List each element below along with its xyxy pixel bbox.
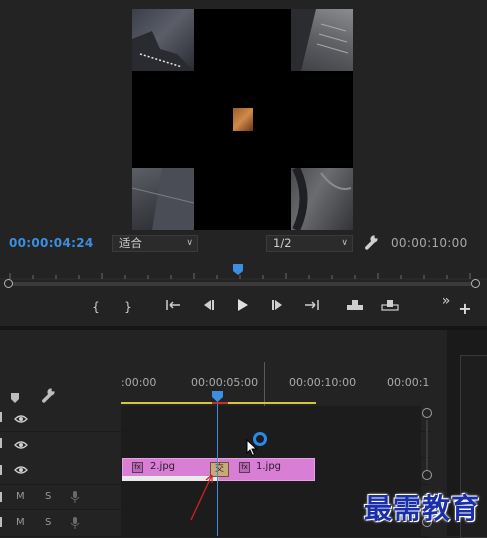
mouse-pointer-icon — [246, 439, 258, 457]
more-controls-button[interactable]: » — [436, 292, 456, 310]
track-header: M S — [0, 510, 121, 536]
track-select-edge — [0, 412, 2, 422]
step-forward-icon — [272, 300, 282, 310]
insert-button[interactable] — [345, 298, 365, 316]
track-header — [0, 457, 121, 484]
clip-1jpg[interactable]: fx 1.jpg — [218, 458, 315, 481]
program-monitor: 00:00:04:24 适合 ∨ 1/2 ∨ 00:00:10:00 {} »… — [0, 0, 487, 326]
microphone-icon[interactable] — [70, 516, 80, 530]
fx-badge[interactable]: fx — [239, 462, 250, 473]
play-icon — [238, 299, 248, 311]
scrollbar-track[interactable] — [426, 420, 428, 470]
track-select-edge — [0, 492, 2, 502]
step-back-icon — [204, 300, 214, 310]
track-header — [0, 406, 121, 431]
fx-badge[interactable]: fx — [132, 462, 143, 473]
video-preview[interactable] — [132, 9, 353, 230]
scrollbar-handle-bottom[interactable] — [422, 470, 432, 480]
fit-dropdown[interactable]: 适合 ∨ — [112, 235, 198, 252]
zoom-scrollbar[interactable] — [8, 282, 479, 286]
in-point-marker — [212, 402, 228, 404]
track-content[interactable] — [121, 432, 421, 457]
mark-out-icon: } — [124, 300, 132, 314]
track-row-v2 — [0, 432, 430, 458]
fit-dropdown-value: 适合 — [119, 236, 142, 250]
zoom-handle-left[interactable] — [4, 279, 13, 288]
eye-icon[interactable] — [14, 414, 28, 424]
scrollbar-handle-top[interactable] — [422, 408, 432, 418]
ruler-label: :00:00 — [121, 376, 157, 389]
watermark: 最需教育 — [364, 492, 481, 525]
video-tile-bottom-left — [132, 168, 194, 230]
duration-timecode: 00:00:10:00 — [391, 236, 468, 250]
overwrite-button[interactable] — [380, 298, 400, 316]
plus-icon: + — [458, 299, 472, 318]
playhead-marker-icon — [233, 264, 243, 275]
eye-icon[interactable] — [14, 440, 28, 450]
ruler-label: 00:00:05:00 — [191, 376, 259, 389]
timeline-settings-wrench-icon[interactable] — [40, 387, 56, 407]
track-content[interactable] — [121, 406, 421, 431]
video-tile-center — [233, 108, 253, 131]
step-back-button[interactable] — [198, 298, 218, 316]
annotation-arrow-icon — [190, 474, 213, 521]
track-select-edge — [0, 517, 2, 527]
track-header — [0, 432, 121, 457]
settings-wrench-icon[interactable] — [363, 234, 379, 250]
clip-label: 1.jpg — [256, 461, 282, 472]
mark-out-button[interactable]: } — [118, 298, 138, 316]
go-to-in-button[interactable] — [163, 298, 183, 316]
track-row-v3 — [0, 406, 430, 432]
solo-button[interactable]: S — [45, 491, 51, 502]
mark-in-button[interactable]: { — [86, 298, 106, 316]
timeline-ruler[interactable]: :00:00 00:00:05:00 00:00:10:00 00:00:1 — [121, 372, 429, 406]
go-to-in-icon — [166, 300, 180, 310]
solo-button[interactable]: S — [45, 517, 51, 528]
clip-label: 2.jpg — [150, 461, 176, 472]
overwrite-icon — [381, 300, 399, 311]
go-to-out-button[interactable] — [302, 298, 322, 316]
eye-icon[interactable] — [14, 465, 28, 475]
microphone-icon[interactable] — [70, 490, 80, 504]
time-ruler-scrubber[interactable] — [0, 260, 487, 280]
step-forward-button[interactable] — [268, 298, 288, 316]
resolution-dropdown[interactable]: 1/2 ∨ — [266, 235, 353, 252]
video-tile-top-right — [291, 9, 353, 71]
mute-button[interactable]: M — [16, 491, 25, 502]
hover-time-indicator — [264, 362, 265, 406]
chevron-down-icon: ∨ — [186, 238, 193, 248]
more-icon: » — [441, 293, 451, 309]
go-to-out-icon — [305, 300, 319, 310]
insert-icon — [347, 300, 363, 310]
play-button[interactable] — [232, 298, 252, 316]
chevron-down-icon: ∨ — [341, 238, 348, 248]
mute-button[interactable]: M — [16, 517, 25, 528]
ruler-label: 00:00:1 — [387, 376, 430, 389]
zoom-handle-right[interactable] — [471, 279, 480, 288]
ruler-label: 00:00:10:00 — [289, 376, 357, 389]
mark-in-icon: { — [92, 300, 100, 314]
track-select-edge — [0, 438, 2, 448]
video-tile-bottom-right — [291, 168, 353, 230]
current-timecode[interactable]: 00:00:04:24 — [9, 236, 94, 250]
track-select-edge — [0, 465, 2, 475]
add-button[interactable]: + — [455, 300, 475, 318]
resolution-dropdown-value: 1/2 — [273, 236, 292, 250]
track-header: M S — [0, 485, 121, 509]
video-tile-top-left — [132, 9, 194, 71]
